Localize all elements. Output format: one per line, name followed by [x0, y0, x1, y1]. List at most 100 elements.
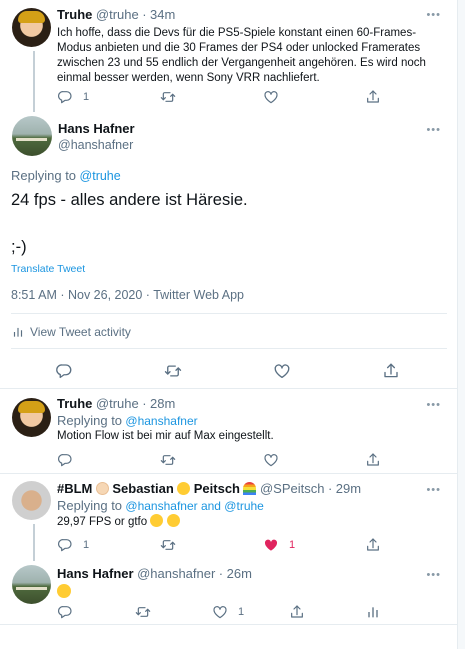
author-name[interactable]: Hans Hafner: [57, 566, 134, 581]
share-button[interactable]: [289, 602, 305, 622]
avatar[interactable]: [12, 398, 51, 437]
like-icon: [273, 362, 291, 380]
tweet-text: Motion Flow ist bei mir auf Max eingeste…: [57, 430, 274, 442]
like-button[interactable]: 1: [212, 602, 244, 622]
more-icon[interactable]: •••: [426, 569, 441, 581]
like-button[interactable]: [263, 450, 279, 470]
replying-label: Replying to: [57, 413, 123, 428]
reply-icon: [57, 89, 73, 105]
like-icon: [212, 604, 228, 620]
analytics-icon: [365, 604, 381, 620]
like-count: 1: [238, 606, 245, 618]
separator: ·: [142, 396, 147, 411]
more-icon[interactable]: •••: [426, 9, 441, 21]
author-handle[interactable]: @SPeitsch: [260, 481, 325, 496]
divider: [0, 624, 458, 625]
replying-to-link[interactable]: @hanshafner: [125, 414, 197, 428]
divider: [0, 388, 458, 389]
author-name[interactable]: Hans Hafner: [58, 121, 135, 136]
timestamp[interactable]: 28m: [150, 396, 175, 411]
author-handle[interactable]: @hanshafner: [58, 138, 133, 152]
replying-label: Replying to: [11, 168, 77, 183]
reply-button[interactable]: [57, 450, 73, 470]
like-button[interactable]: 1: [263, 535, 295, 555]
author-name-part[interactable]: Peitsch: [194, 481, 240, 496]
tweet-text: Ich hoffe, dass die Devs für die PS5-Spi…: [57, 27, 426, 84]
author-handle[interactable]: @truhe: [96, 396, 139, 411]
reply-icon: [55, 362, 73, 380]
tweet-text: 24 fps - alles andere ist Häresie.: [11, 191, 248, 209]
reply-button[interactable]: [55, 361, 73, 381]
share-button[interactable]: [365, 87, 381, 107]
retweet-button[interactable]: [160, 450, 176, 470]
separator: ·: [218, 566, 224, 581]
like-button[interactable]: [273, 361, 291, 381]
retweet-icon: [164, 362, 182, 380]
avatar[interactable]: [12, 565, 51, 604]
divider: [0, 473, 458, 474]
share-button[interactable]: [365, 450, 381, 470]
author-name-part[interactable]: #BLM: [57, 481, 92, 496]
author-name[interactable]: Truhe: [57, 7, 92, 22]
more-icon[interactable]: •••: [426, 124, 441, 136]
retweet-button[interactable]: [164, 361, 182, 381]
retweet-icon: [160, 537, 176, 553]
retweet-icon: [160, 452, 176, 468]
reply-count: 1: [83, 91, 90, 103]
author-handle[interactable]: @hanshafner: [137, 566, 215, 581]
winking-face-icon: [166, 514, 180, 527]
author-name-part[interactable]: Sebastian: [112, 481, 173, 496]
more-icon[interactable]: •••: [426, 399, 441, 411]
fist-icon: [95, 482, 109, 495]
like-icon: [263, 89, 279, 105]
retweet-button[interactable]: [135, 602, 151, 622]
translate-link[interactable]: Translate Tweet: [11, 263, 85, 275]
divider: [11, 348, 447, 349]
tweet-meta[interactable]: 8:51 AM · Nov 26, 2020 · Twitter Web App: [11, 288, 244, 302]
tweet-text: 29,97 FPS or gtfo: [57, 516, 148, 528]
reply-button[interactable]: 1: [57, 535, 89, 555]
separator: ·: [327, 481, 333, 496]
avatar[interactable]: [12, 116, 52, 156]
grinning-squinting-face-icon: [57, 584, 71, 598]
replying-to-link[interactable]: @hanshafner and @truhe: [125, 499, 263, 513]
retweet-icon: [135, 604, 151, 620]
avatar[interactable]: [12, 481, 51, 520]
like-count: 1: [289, 539, 296, 551]
timestamp[interactable]: 26m: [227, 566, 252, 581]
upside-down-face-icon: [150, 514, 164, 527]
timestamp[interactable]: 34m: [150, 7, 175, 22]
thread-line: [33, 524, 35, 561]
author-name[interactable]: Truhe: [57, 396, 92, 411]
replying-label: Replying to: [57, 498, 123, 513]
retweet-button[interactable]: [160, 535, 176, 555]
retweet-button[interactable]: [160, 87, 176, 107]
like-button[interactable]: [263, 87, 279, 107]
analytics-button[interactable]: [365, 602, 381, 622]
share-icon: [289, 604, 305, 620]
share-button[interactable]: [382, 361, 400, 381]
view-activity-label: View Tweet activity: [30, 325, 131, 339]
tweet-text-emoticon: ;-): [11, 238, 27, 256]
share-icon: [382, 362, 400, 380]
reply-icon: [57, 537, 73, 553]
share-button[interactable]: [365, 535, 381, 555]
rainbow-icon: [243, 482, 257, 495]
reply-button[interactable]: 1: [57, 87, 89, 107]
timestamp[interactable]: 29m: [336, 481, 361, 496]
conversation-timeline: Truhe @truhe · 34m ••• Ich hoffe, dass d…: [0, 0, 458, 649]
liked-heart-icon: [263, 537, 279, 553]
right-column-edge: [458, 0, 465, 649]
replying-to-link[interactable]: @truhe: [80, 169, 121, 183]
more-icon[interactable]: •••: [426, 484, 441, 496]
divider: [11, 313, 447, 314]
reply-count: 1: [83, 539, 90, 551]
author-handle[interactable]: @truhe: [96, 7, 139, 22]
reply-button[interactable]: [57, 602, 73, 622]
like-icon: [263, 452, 279, 468]
share-icon: [365, 537, 381, 553]
reply-icon: [57, 452, 73, 468]
view-activity-link[interactable]: View Tweet activity: [11, 325, 131, 339]
avatar[interactable]: [12, 8, 51, 47]
thread-line: [33, 51, 35, 112]
